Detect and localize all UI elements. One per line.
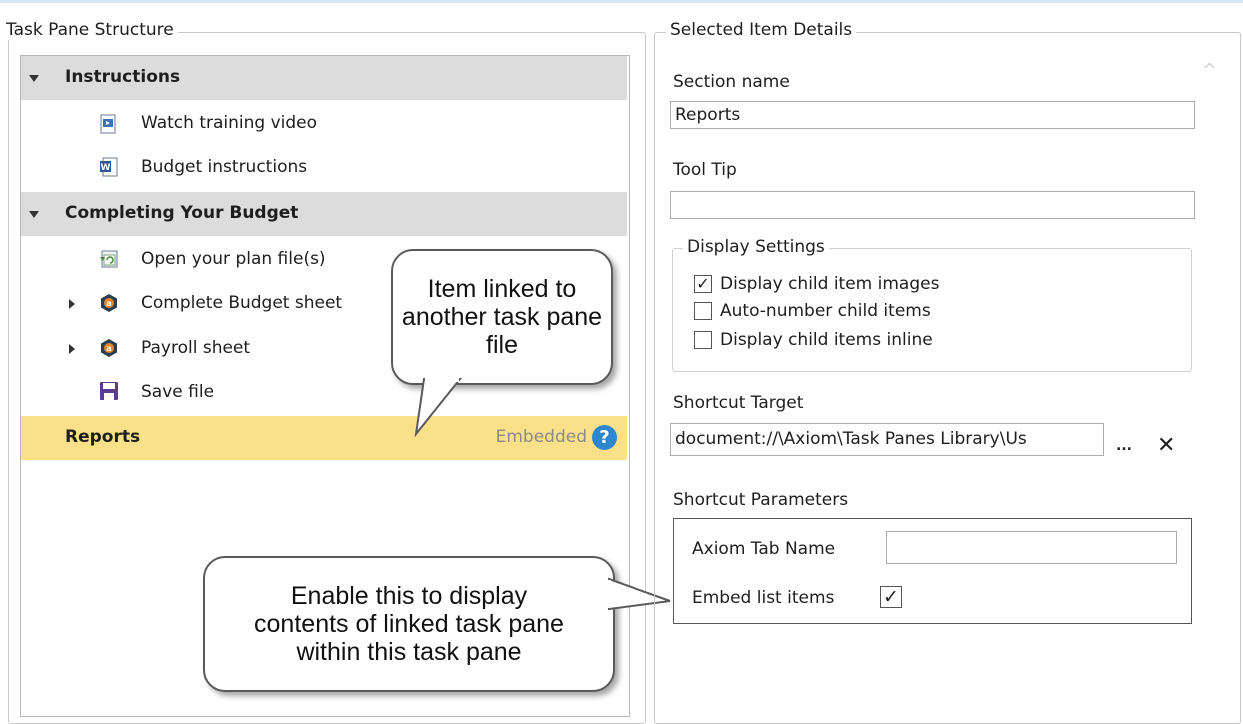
auto-number-label: Auto-number child items [720,301,931,321]
tree-item-label: Payroll sheet [141,338,251,358]
svg-text:W: W [101,163,111,173]
expand-caret-icon[interactable] [29,75,39,82]
browse-button[interactable]: ... [1116,438,1132,454]
auto-number-checkbox[interactable] [694,302,712,320]
callout-linked-item-text: Item linked to another task pane file [401,275,603,359]
expand-caret-icon[interactable] [69,299,75,309]
refresh-doc-icon [100,250,118,268]
axiom-tab-name-input[interactable] [886,531,1177,564]
tree-item-reports[interactable]: Reports Embedded ? [21,416,627,460]
embed-list-items-checkbox[interactable]: ✓ [880,586,902,608]
axiom-icon: a [101,294,117,312]
tree-section-label: Instructions [65,67,181,87]
save-icon [100,382,118,400]
callout-embed-list-text: Enable this to display contents of linke… [254,582,564,666]
display-inline-checkbox[interactable] [694,331,712,349]
task-pane-structure-title: Task Pane Structure [2,20,178,40]
expand-caret-icon[interactable] [29,211,39,218]
svg-text:a: a [106,299,111,308]
help-icon[interactable]: ? [592,425,617,450]
tooltip-label: Tool Tip [673,160,737,180]
tree-item-watch-training-video[interactable]: Watch training video [21,102,627,146]
section-name-label: Section name [673,72,790,92]
embedded-badge: Embedded [495,427,587,447]
clear-icon[interactable]: ✕ [1157,433,1175,458]
callout-linked-item: Item linked to another task pane file [391,249,613,385]
tree-item-label: Reports [65,427,141,447]
display-child-images-checkbox[interactable]: ✓ [694,275,712,293]
tree-item-label: Open your plan file(s) [141,249,326,269]
embed-list-items-label: Embed list items [692,588,835,608]
auto-number-option[interactable]: Auto-number child items [694,300,931,322]
tree-item-budget-instructions[interactable]: W Budget instructions [21,146,627,190]
axiom-tab-name-label: Axiom Tab Name [692,539,836,559]
tooltip-input[interactable] [670,191,1195,219]
tree-item-label: Complete Budget sheet [141,293,343,313]
scroll-up-icon[interactable]: ^ [1202,60,1217,81]
section-name-input[interactable]: Reports [670,101,1195,129]
tree-section-instructions[interactable]: Instructions [21,56,627,100]
tree-item-label: Budget instructions [141,157,308,177]
display-settings-title: Display Settings [683,237,829,257]
selected-item-details-title: Selected Item Details [666,20,857,40]
svg-text:a: a [106,344,111,353]
tree-item-label: Save file [141,382,215,402]
display-inline-label: Display child items inline [720,330,933,350]
shortcut-target-input[interactable]: document://\Axiom\Task Panes Library\Us [670,423,1104,456]
expand-caret-icon[interactable] [69,344,75,354]
shortcut-target-label: Shortcut Target [673,393,804,413]
tree-section-completing-your-budget[interactable]: Completing Your Budget [21,192,627,236]
tree-section-label: Completing Your Budget [65,203,299,223]
shortcut-parameters-label: Shortcut Parameters [673,490,849,510]
tree-item-label: Watch training video [141,113,318,133]
axiom-icon: a [101,339,117,357]
callout-linked-item-tail [414,378,463,438]
top-border [0,0,1243,3]
display-child-images-option[interactable]: ✓ Display child item images [694,273,939,295]
word-doc-icon: W [100,157,118,177]
display-inline-option[interactable]: Display child items inline [694,329,933,351]
video-doc-icon [100,114,116,134]
display-child-images-label: Display child item images [720,274,940,294]
callout-embed-list: Enable this to display contents of linke… [203,556,615,692]
